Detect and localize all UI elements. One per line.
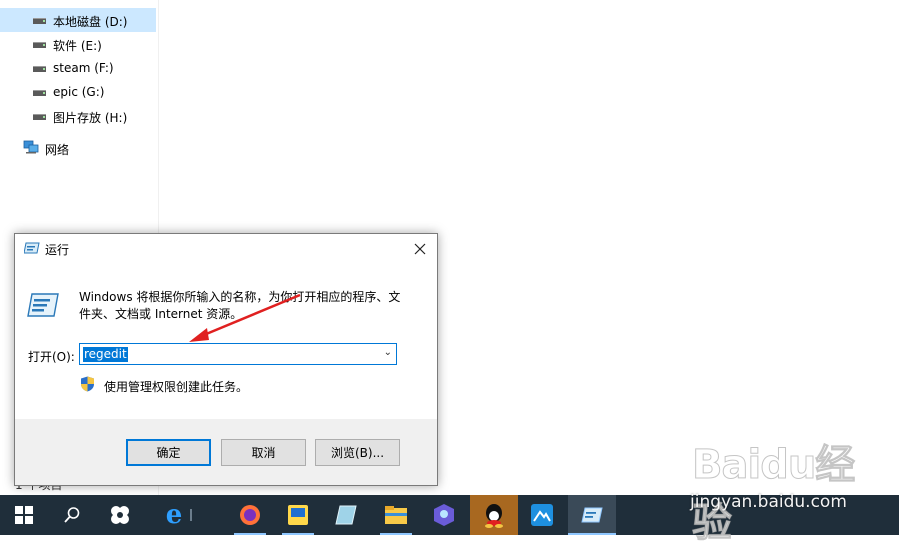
admin-note: 使用管理权限创建此任务。 — [104, 380, 249, 394]
watermark-url: jingyan.baidu.com — [690, 492, 847, 512]
uac-shield-icon — [81, 376, 94, 392]
windows-start-icon — [15, 506, 33, 524]
taskbar-notes-app[interactable] — [274, 495, 322, 535]
edge-icon: e — [165, 500, 183, 530]
cancel-button[interactable]: 取消 — [221, 439, 306, 466]
taskbar-edge[interactable]: e — [150, 495, 198, 535]
nav-item-label: epic (G:) — [53, 85, 105, 99]
nav-item-drive-d[interactable]: 本地磁盘 (D:) — [0, 8, 156, 32]
run-dialog: 运行 Windows 将根据你所输入的名称，为你打开相应的程序、文件夹、文档或 … — [14, 233, 438, 486]
run-icon — [27, 293, 59, 317]
drive-icon — [33, 90, 46, 96]
nav-item-label: steam (F:) — [53, 61, 114, 75]
nav-item-drive-e[interactable]: 软件 (E:) — [0, 32, 156, 56]
chevron-down-icon[interactable]: ⌄ — [384, 347, 392, 358]
run-icon — [581, 507, 603, 523]
run-icon — [24, 242, 40, 254]
pin-separator — [190, 509, 192, 521]
search-button[interactable] — [48, 495, 96, 535]
close-icon — [414, 243, 426, 254]
task-view-button[interactable] — [96, 495, 144, 535]
task-view-icon — [111, 506, 129, 524]
taskbar-disk-tool[interactable] — [322, 495, 370, 535]
taskbar-qq[interactable] — [470, 495, 518, 535]
search-icon — [64, 507, 80, 523]
notes-app-icon — [288, 505, 308, 525]
disk-tool-icon — [335, 505, 357, 525]
close-button[interactable] — [403, 234, 437, 263]
dialog-title: 运行 — [45, 243, 70, 257]
drive-icon — [33, 42, 46, 48]
drive-icon — [33, 66, 46, 72]
nav-item-label: 软件 (E:) — [53, 39, 102, 53]
drive-icon — [33, 18, 46, 24]
nav-item-drive-g[interactable]: epic (G:) — [0, 80, 156, 104]
nav-item-network[interactable]: 网络 — [0, 136, 156, 160]
baidu-watermark: Baidu经验 jingyan.baidu.com — [688, 432, 888, 547]
taskbar-mountain-app[interactable] — [518, 495, 566, 535]
taskbar-firefox[interactable] — [226, 495, 274, 535]
nav-item-label: 图片存放 (H:) — [53, 111, 128, 125]
firefox-icon — [240, 505, 260, 525]
nav-item-drive-h[interactable]: 图片存放 (H:) — [0, 104, 156, 128]
annotation-arrow — [189, 293, 301, 342]
network-icon — [23, 140, 39, 154]
start-button[interactable] — [0, 495, 48, 535]
open-input-value[interactable]: regedit — [83, 347, 128, 362]
nav-item-label: 本地磁盘 (D:) — [53, 15, 128, 29]
watermark-logo: Baidu经验 — [692, 442, 856, 547]
nav-item-label: 网络 — [45, 143, 70, 157]
drive-icon — [33, 114, 46, 120]
taskbar-photos[interactable] — [420, 495, 468, 535]
nav-item-drive-f[interactable]: steam (F:) — [0, 56, 156, 80]
file-explorer-icon — [385, 506, 407, 524]
dialog-titlebar[interactable]: 运行 — [15, 234, 437, 263]
browse-button[interactable]: 浏览(B)... — [315, 439, 400, 466]
qq-icon — [485, 504, 503, 528]
photos-icon — [434, 504, 454, 526]
taskbar-run[interactable] — [568, 495, 616, 535]
taskbar-file-explorer[interactable] — [372, 495, 420, 535]
mountain-app-icon — [531, 504, 553, 526]
ok-button[interactable]: 确定 — [126, 439, 211, 466]
open-label: 打开(O): — [28, 350, 75, 364]
